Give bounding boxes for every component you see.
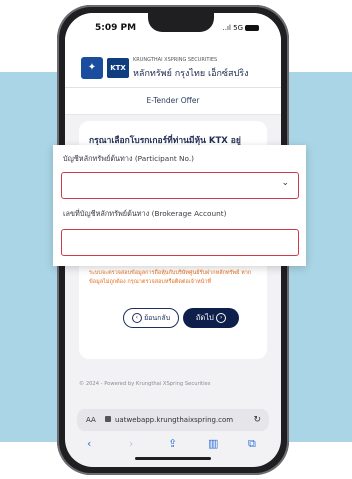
participant-label: บัญชีหลักทรัพย์ต้นทาง (Participant No.) (63, 154, 195, 163)
arrow-left-circle-icon: ‹ (131, 313, 142, 323)
brokerage-label: เลขที่บัญชีหลักทรัพย์ต้นทาง (Brokerage A… (63, 209, 227, 218)
chevron-down-icon: ⌄ (281, 178, 289, 188)
ktx-badge: KTX (107, 58, 129, 78)
battery-icon (245, 25, 259, 31)
bookmarks-icon[interactable]: ▥ (208, 437, 218, 450)
brand-name-en: KRUNGTHAI XSPRING SECURITIES (133, 57, 218, 63)
back-icon[interactable]: ‹ (87, 437, 91, 450)
share-icon[interactable]: ⇪ (168, 437, 177, 450)
warning-text: ระบบจะตรวจสอบข้อมูลการถือหุ้นกับบริษัทศู… (89, 270, 252, 285)
back-button[interactable]: ‹ ย้อนกลับ (123, 308, 179, 328)
back-button-label: ย้อนกลับ (144, 314, 171, 322)
lock-icon (105, 416, 111, 422)
tabs-icon[interactable]: ⧉ (248, 437, 256, 451)
forward-icon[interactable]: › (129, 437, 133, 450)
krungthai-logo-icon: ✦ (81, 57, 103, 79)
url-text: uatwebapp.krungthaixspring.com (115, 416, 234, 424)
signal-indicator: ..ıl 5G (223, 24, 259, 32)
brokerage-account-input[interactable] (61, 229, 299, 256)
arrow-right-circle-icon: › (216, 313, 227, 323)
brand-header: ✦ KTX KRUNGTHAI XSPRING SECURITIES หลักท… (65, 49, 281, 88)
address-bar[interactable]: AA uatwebapp.krungthaixspring.com ↻ (77, 409, 269, 431)
participant-select[interactable]: ⌄ (61, 172, 299, 199)
browser-toolbar: ‹ › ⇪ ▥ ⧉ (65, 437, 281, 457)
signal-text: ..ıl 5G (222, 24, 243, 32)
footer-text: © 2024 - Powered by Krungthai XSpring Se… (79, 381, 211, 387)
home-indicator (135, 457, 211, 460)
brand-name-th: หลักทรัพย์ กรุงไทย เอ็กซ์สปริง (133, 69, 249, 79)
reader-settings-button[interactable]: AA (86, 409, 96, 431)
phone-notch (148, 12, 214, 32)
status-time: 5:09 PM (95, 23, 137, 33)
account-form-overlay: บัญชีหลักทรัพย์ต้นทาง (Participant No.) … (53, 145, 306, 266)
reload-icon[interactable]: ↻ (253, 409, 261, 431)
next-button[interactable]: ถัดไป › (183, 308, 239, 328)
page-subtitle: E-Tender Offer (65, 88, 281, 115)
next-button-label: ถัดไป (195, 313, 214, 322)
